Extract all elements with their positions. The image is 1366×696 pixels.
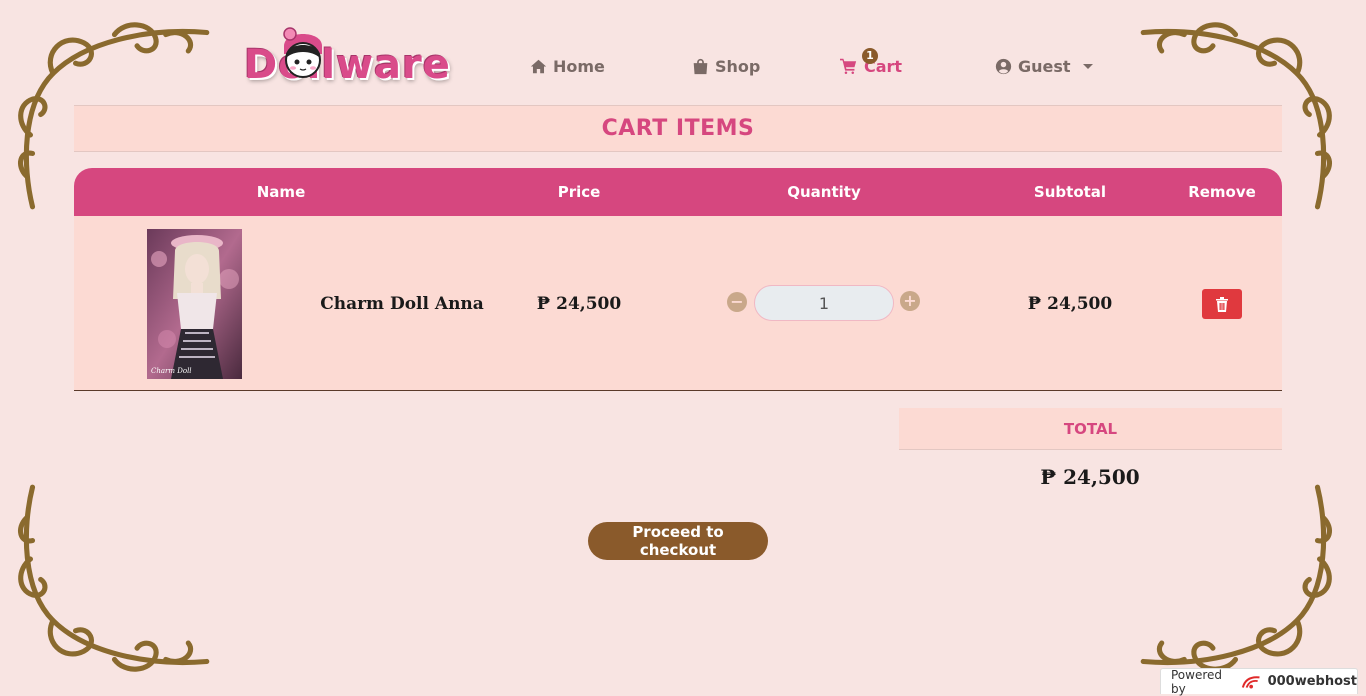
page-title: CART ITEMS (601, 116, 755, 141)
nav-home-label: Home (553, 56, 605, 76)
nav-shop-label: Shop (715, 56, 761, 76)
navbar: Dollware Home Shop 1 Cart Guest (0, 0, 1366, 104)
shopping-bag-icon (693, 58, 708, 74)
nav-shop-link[interactable]: Shop (692, 54, 760, 78)
webhost-brand: 000webhost (1267, 674, 1357, 689)
column-header-price: Price (557, 183, 601, 201)
brand-logo[interactable]: Dollware (244, 20, 482, 92)
table-row: Charm Doll Charm Doll Anna ₱ 24,500 − + … (74, 216, 1282, 391)
remove-item-button[interactable] (1202, 289, 1242, 319)
cart-heading-band: CART ITEMS (74, 105, 1282, 152)
column-header-subtotal: Subtotal (1033, 183, 1107, 201)
product-subtotal: ₱ 24,500 (1027, 294, 1113, 314)
user-circle-icon (995, 58, 1012, 74)
powered-by-badge[interactable]: Powered by 000webhost (1160, 667, 1358, 696)
user-dropdown-label: Guest (1018, 56, 1071, 76)
nav-home-link[interactable]: Home (530, 54, 605, 78)
column-header-quantity: Quantity (787, 183, 861, 201)
cart-table-header: Name Price Quantity Subtotal Remove (74, 168, 1282, 216)
corner-ornament-bottom-right (1133, 477, 1338, 682)
corner-ornament-bottom-left (12, 477, 217, 682)
product-image[interactable]: Charm Doll (147, 229, 242, 379)
logo-text: Dollware (244, 42, 451, 88)
total-label: TOTAL (1063, 419, 1118, 438)
chevron-down-icon (1082, 63, 1093, 69)
quantity-input[interactable] (754, 285, 894, 321)
column-header-name: Name (256, 183, 306, 201)
nav-cart-link[interactable]: 1 Cart (840, 48, 902, 78)
plus-circle-icon[interactable]: + (900, 291, 920, 311)
minus-circle-icon[interactable]: − (727, 292, 747, 312)
product-name: Charm Doll Anna (320, 294, 484, 314)
trash-icon (1216, 297, 1228, 312)
column-header-remove: Remove (1188, 183, 1256, 201)
cart-icon (840, 58, 857, 74)
webhost-logo-icon (1242, 675, 1260, 688)
user-dropdown[interactable]: Guest (995, 54, 1093, 78)
svg-text:Charm Doll: Charm Doll (151, 367, 192, 375)
product-price: ₱ 24,500 (536, 294, 622, 314)
total-value: ₱ 24,500 (1040, 465, 1140, 489)
cart-count-badge: 1 (862, 48, 878, 64)
doll-face-icon (283, 27, 322, 78)
home-icon (530, 59, 547, 73)
proceed-to-checkout-button[interactable]: Proceed to checkout (588, 522, 768, 560)
powered-by-text: Powered by (1171, 667, 1223, 696)
total-label-band: TOTAL (899, 408, 1282, 450)
